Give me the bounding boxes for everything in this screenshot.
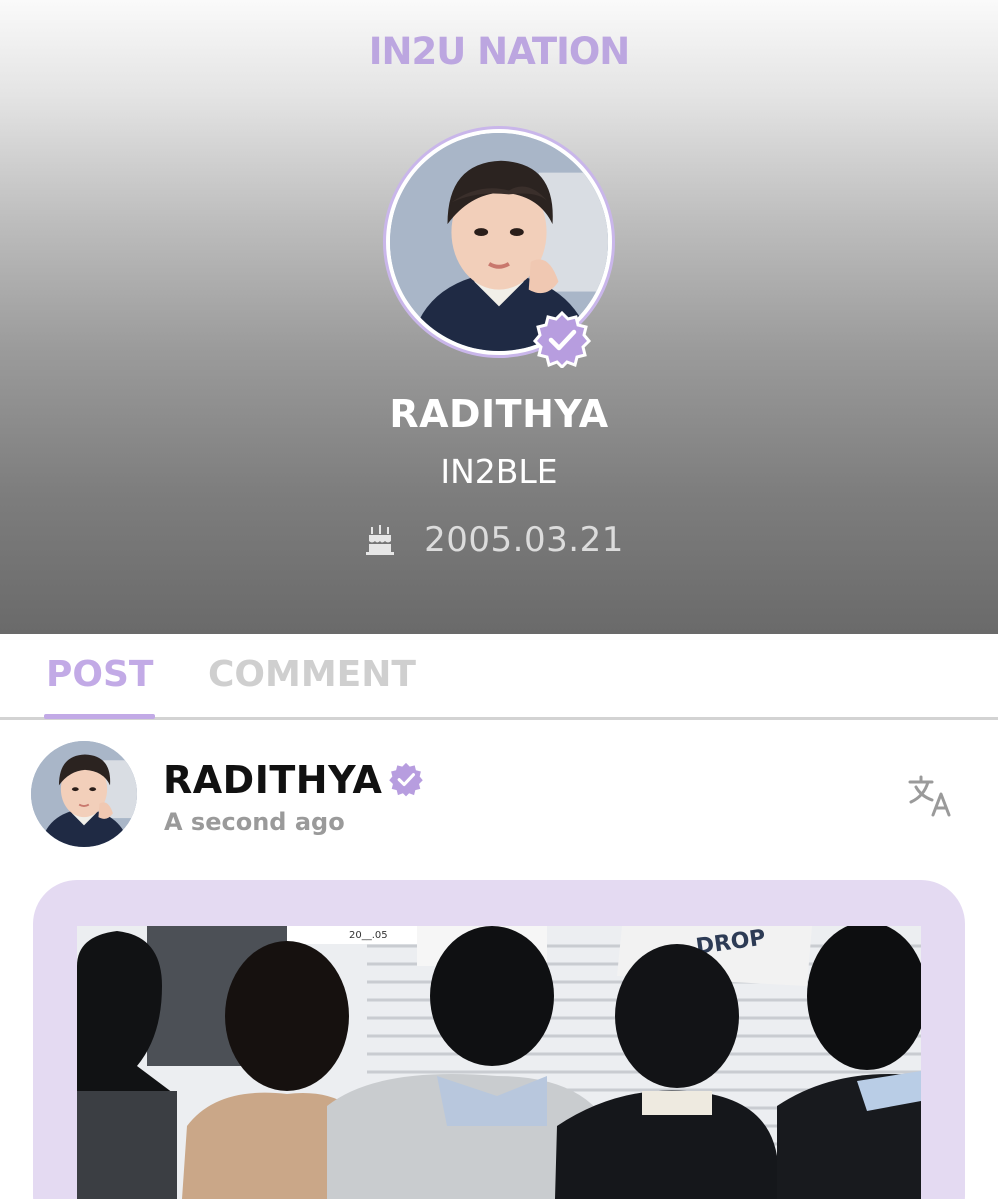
- cake-icon: [366, 525, 395, 555]
- image-paper-text-left: 20__.05: [349, 930, 388, 941]
- verified-badge-icon: [533, 310, 591, 368]
- post-image[interactable]: 20__.05 DROP: [77, 926, 921, 1199]
- birthday-row: 2005.03.21: [0, 520, 998, 560]
- tab-bar: POST COMMENT: [0, 634, 998, 720]
- tab-post[interactable]: POST: [46, 654, 153, 695]
- post-author-name[interactable]: RADITHYA: [163, 758, 382, 802]
- birthday-date: 2005.03.21: [424, 520, 624, 560]
- profile-group: IN2BLE: [440, 452, 558, 491]
- profile-header: IN2U NATION RADITHYA IN2BLE 2005.03.21: [0, 0, 998, 634]
- translate-icon[interactable]: [906, 774, 954, 818]
- post-header: RADITHYA A second ago: [0, 720, 998, 880]
- post-author-avatar[interactable]: [31, 741, 137, 847]
- app-title: IN2U NATION: [368, 30, 631, 73]
- profile-name: RADITHYA: [389, 392, 609, 436]
- active-tab-indicator: [44, 714, 155, 719]
- verified-badge-icon: [389, 762, 423, 797]
- tab-comment[interactable]: COMMENT: [208, 654, 416, 695]
- post-timestamp: A second ago: [164, 808, 345, 836]
